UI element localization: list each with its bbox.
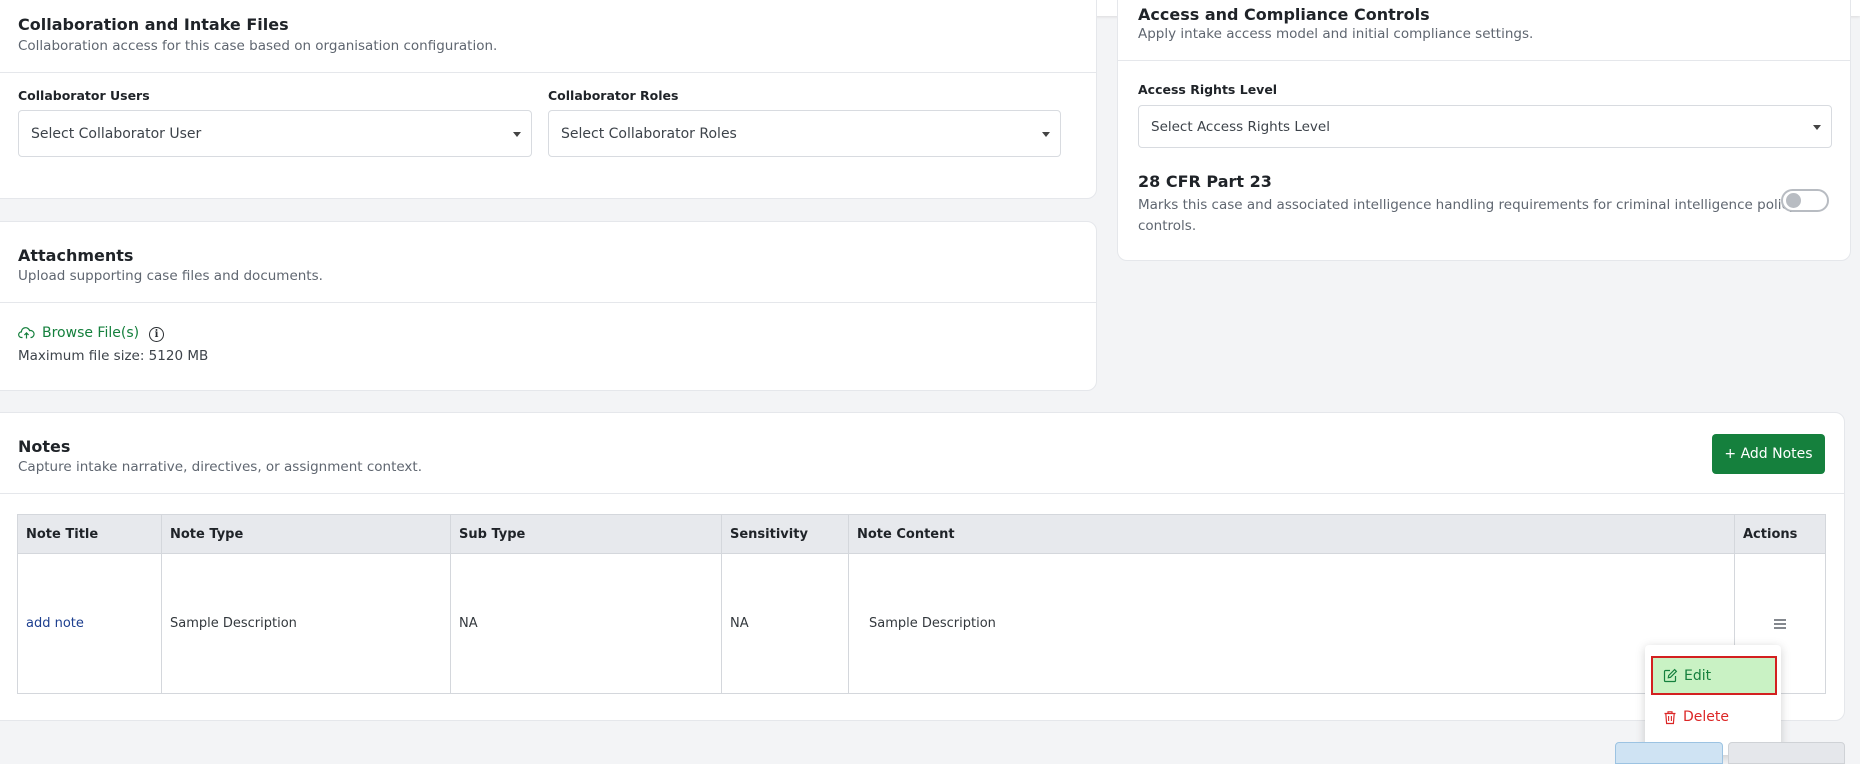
cfr-title: 28 CFR Part 23 [1138, 172, 1272, 191]
section-divider [0, 493, 1844, 494]
edit-menu-item[interactable]: Edit [1651, 656, 1777, 695]
access-rights-label: Access Rights Level [1138, 82, 1278, 97]
chevron-down-icon [1813, 124, 1821, 130]
attachments-subtitle: Upload supporting case files and documen… [18, 268, 323, 284]
browse-files-link[interactable]: Browse File(s) [18, 325, 139, 341]
edit-icon [1663, 668, 1678, 683]
section-divider [0, 72, 1096, 73]
access-subtitle: Apply intake access model and initial co… [1138, 26, 1534, 42]
note-subtype-cell: NA [450, 553, 722, 694]
cfr-description-line1: Marks this case and associated intellige… [1138, 197, 1797, 213]
section-divider [1118, 60, 1850, 61]
collaborator-roles-label: Collaborator Roles [548, 88, 679, 103]
note-title-cell: add note [17, 553, 162, 694]
access-compliance-card: Access and Compliance Controls Apply int… [1117, 0, 1851, 261]
attachments-title: Attachments [18, 246, 134, 265]
info-icon[interactable]: i [149, 327, 164, 342]
menu-icon[interactable] [1773, 618, 1787, 630]
collaboration-subtitle: Collaboration access for this case based… [18, 38, 498, 54]
notes-title: Notes [18, 437, 71, 456]
edit-label: Edit [1684, 667, 1712, 684]
collaborator-roles-placeholder: Select Collaborator Roles [561, 125, 737, 142]
collaborator-users-select[interactable]: Select Collaborator User [18, 110, 532, 157]
notes-table: Note Title Note Type Sub Type Sensitivit… [17, 514, 1826, 694]
access-rights-select[interactable]: Select Access Rights Level [1138, 105, 1832, 148]
table-header-row: Note Title Note Type Sub Type Sensitivit… [17, 514, 1826, 554]
max-file-size: Maximum file size: 5120 MB [18, 348, 209, 364]
cloud-upload-icon [18, 327, 35, 339]
access-title: Access and Compliance Controls [1138, 5, 1430, 24]
collaboration-title: Collaboration and Intake Files [18, 15, 289, 34]
attachments-card: Attachments Upload supporting case files… [0, 221, 1097, 391]
collaborator-users-placeholder: Select Collaborator User [31, 125, 202, 142]
delete-menu-item[interactable]: Delete [1663, 707, 1729, 727]
note-content-cell: Sample Description [848, 553, 1735, 694]
browse-files-label: Browse File(s) [42, 325, 140, 341]
trash-icon [1664, 710, 1676, 724]
collaborator-roles-select[interactable]: Select Collaborator Roles [548, 110, 1061, 157]
column-header: Sensitivity [721, 514, 849, 554]
column-header: Note Type [161, 514, 451, 554]
toggle-knob [1786, 193, 1801, 208]
note-sensitivity-cell: NA [721, 553, 849, 694]
column-header: Actions [1734, 514, 1826, 554]
column-header: Note Content [848, 514, 1735, 554]
table-row: add note Sample Description NA NA Sample… [17, 553, 1826, 694]
row-actions-menu: Edit Delete [1645, 645, 1781, 755]
chevron-down-icon [513, 131, 521, 137]
collaborator-users-label: Collaborator Users [18, 88, 150, 103]
note-content-text: Sample Description [869, 616, 996, 631]
column-header: Note Title [17, 514, 162, 554]
column-header: Sub Type [450, 514, 722, 554]
note-type-cell: Sample Description [161, 553, 451, 694]
add-notes-button[interactable]: + Add Notes [1712, 434, 1825, 474]
notes-subtitle: Capture intake narrative, directives, or… [18, 459, 423, 475]
access-rights-placeholder: Select Access Rights Level [1151, 118, 1330, 135]
cfr-description-line2: controls. [1138, 218, 1197, 234]
footer-button[interactable] [1728, 742, 1845, 764]
cfr-toggle[interactable] [1781, 189, 1829, 212]
footer-button[interactable] [1615, 742, 1723, 764]
delete-label: Delete [1683, 709, 1729, 725]
collaboration-card: Collaboration and Intake Files Collabora… [0, 0, 1097, 199]
chevron-down-icon [1042, 131, 1050, 137]
section-divider [0, 302, 1096, 303]
note-title-link[interactable]: add note [26, 616, 84, 631]
